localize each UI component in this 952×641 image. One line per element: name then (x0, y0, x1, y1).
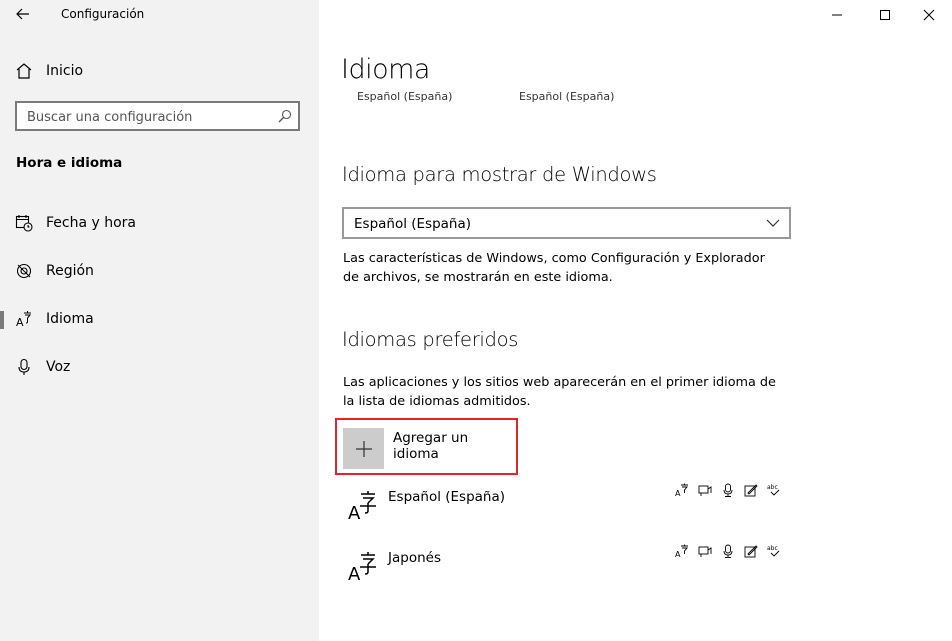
speech-icon (697, 543, 713, 559)
language-features: A abc (674, 482, 782, 498)
minimize-icon (832, 14, 842, 16)
search-field[interactable] (15, 101, 300, 131)
preferred-languages-description: Las aplicaciones y los sitios web aparec… (343, 375, 776, 409)
calendar-clock-icon (14, 213, 34, 233)
sidebar-item-label: Inicio (46, 63, 84, 79)
cropped-label: Español (España) (519, 90, 615, 103)
close-button[interactable] (906, 0, 952, 30)
add-language-label: Agregar un idioma (393, 430, 469, 462)
sidebar-item-region[interactable]: Región (0, 251, 319, 291)
spellcheck-icon: abc (766, 543, 782, 559)
display-language-icon: A (674, 543, 690, 559)
home-icon (14, 61, 34, 81)
spellcheck-icon: abc (766, 482, 782, 498)
svg-text:abc: abc (767, 484, 778, 491)
microphone-icon (720, 482, 736, 498)
search-input[interactable] (27, 108, 267, 126)
sidebar-item-label: Idioma (46, 311, 94, 327)
plus-icon (343, 428, 384, 469)
display-language-heading: Idioma para mostrar de Windows (342, 163, 657, 186)
microphone-icon (14, 357, 34, 377)
page-title: Idioma (341, 54, 430, 85)
language-icon: A (14, 309, 34, 329)
svg-text:A: A (348, 564, 361, 582)
sidebar-item-label: Región (46, 263, 94, 279)
cropped-label: Español (España) (357, 90, 453, 103)
svg-text:abc: abc (767, 545, 778, 552)
maximize-icon (880, 10, 890, 20)
maximize-button[interactable] (862, 0, 908, 30)
handwriting-icon (743, 482, 759, 498)
speech-icon (697, 482, 713, 498)
language-glyph-icon: A (348, 491, 376, 521)
back-button[interactable] (14, 5, 32, 23)
svg-text:A: A (675, 550, 681, 558)
language-list-item[interactable]: A Japonés A abc (342, 544, 792, 600)
svg-text:A: A (348, 503, 361, 521)
chevron-down-icon (766, 219, 780, 227)
display-language-description: Las características de Windows, como Con… (343, 251, 765, 285)
back-arrow-icon (16, 8, 29, 20)
svg-text:A: A (16, 316, 24, 328)
minimize-button[interactable] (814, 0, 860, 30)
display-language-dropdown[interactable]: Español (España) (342, 207, 791, 239)
svg-text:A: A (675, 489, 681, 497)
sidebar: Configuración Inicio Hora e idioma Fecha… (0, 0, 319, 641)
preferred-languages-heading: Idiomas preferidos (342, 328, 519, 351)
sidebar-item-label: Fecha y hora (46, 215, 137, 231)
language-name: Español (España) (388, 489, 506, 505)
language-name: Japonés (388, 550, 441, 566)
sidebar-item-label: Voz (46, 359, 71, 375)
microphone-icon (720, 543, 736, 559)
sidebar-item-home[interactable]: Inicio (0, 51, 319, 91)
sidebar-item-voz[interactable]: Voz (0, 347, 319, 387)
display-language-icon: A (674, 482, 690, 498)
app-title: Configuración (61, 7, 145, 21)
section-heading: Hora e idioma (16, 155, 123, 171)
globe-icon (14, 261, 34, 281)
sidebar-item-fecha-y-hora[interactable]: Fecha y hora (0, 203, 319, 243)
language-features: A abc (674, 543, 782, 559)
handwriting-icon (743, 543, 759, 559)
dropdown-value: Español (España) (354, 216, 472, 232)
language-glyph-icon: A (348, 552, 376, 582)
sidebar-item-idioma[interactable]: A Idioma (0, 299, 319, 339)
close-icon (923, 9, 935, 21)
language-list-item[interactable]: A Español (España) A abc (342, 483, 792, 539)
add-language-button[interactable]: Agregar un idioma (335, 418, 518, 475)
search-icon[interactable] (278, 109, 292, 123)
